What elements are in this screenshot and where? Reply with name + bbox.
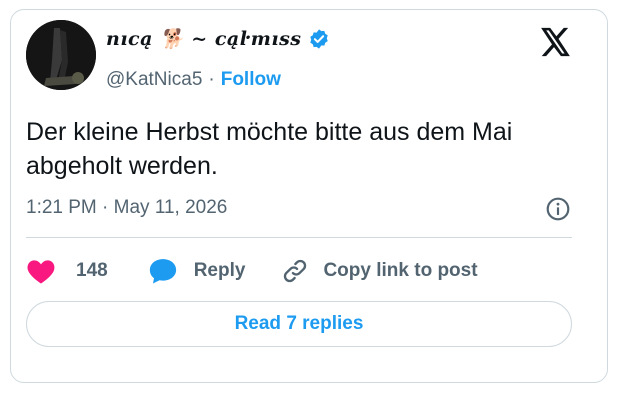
tweet-timestamp[interactable]: 1:21 PM · May 11, 2026 [26,197,227,219]
copy-link-label: Copy link to post [323,260,478,281]
reply-label: Reply [193,260,246,281]
user-handle[interactable]: @KatNica5 [106,69,202,91]
display-name[interactable]: nıcą 🐕 ~ cąŀmıss [106,27,302,50]
avatar[interactable] [26,20,96,90]
avatar-image [26,20,96,90]
separator-dot: · [208,69,215,90]
like-count: 148 [76,260,108,281]
action-bar: 148 Reply Copy link to post [26,254,478,288]
like-button[interactable]: 148 [26,257,108,285]
x-logo-icon[interactable] [537,25,571,59]
copy-link-button[interactable]: Copy link to post [281,257,478,285]
link-icon [284,259,307,283]
reply-bubble-icon [149,259,176,284]
heart-icon [27,260,55,284]
read-replies-button[interactable]: Read 7 replies [26,301,572,347]
verified-badge-icon [309,28,328,49]
divider [26,237,572,238]
info-icon[interactable] [545,196,571,222]
follow-button[interactable]: Follow [221,69,281,91]
reply-button[interactable]: Reply [148,257,246,285]
tweet-text: Der kleine Herbst möchte bitte aus dem M… [26,118,513,180]
